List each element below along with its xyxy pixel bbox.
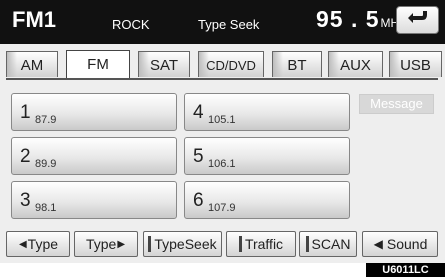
preset-button-1[interactable]: 1 87.9 xyxy=(11,93,177,131)
left-triangle-icon: ◀ xyxy=(18,238,27,250)
preset-button-2[interactable]: 2 89.9 xyxy=(11,137,177,175)
preset-frequency: 98.1 xyxy=(35,202,57,214)
preset-button-5[interactable]: 5 106.1 xyxy=(184,137,350,175)
seek-mode-label: Type Seek xyxy=(198,17,260,32)
preset-number: 2 xyxy=(20,146,31,167)
tab-aux[interactable]: AUX xyxy=(328,51,383,77)
type-seek-button[interactable]: TypeSeek xyxy=(143,231,222,257)
traffic-label: Traffic xyxy=(244,236,284,252)
type-previous-label: Type xyxy=(27,236,59,252)
preset-number: 6 xyxy=(193,190,204,211)
preset-frequency: 105.1 xyxy=(208,114,236,126)
preset-frequency: 87.9 xyxy=(35,114,57,126)
tab-usb[interactable]: USB xyxy=(389,51,442,77)
preset-number: 3 xyxy=(20,190,31,211)
sound-button[interactable]: ◀ Sound xyxy=(362,231,438,257)
indicator-bar-icon xyxy=(148,236,152,252)
return-arrow-icon xyxy=(408,11,427,23)
preset-button-4[interactable]: 4 105.1 xyxy=(184,93,350,131)
type-next-button[interactable]: Type ▶ xyxy=(74,231,138,257)
indicator-bar-icon xyxy=(238,236,242,252)
tab-label: CD/DVD xyxy=(206,58,256,73)
tab-label: BT xyxy=(287,57,307,74)
sound-label: Sound xyxy=(386,236,428,252)
preset-number: 5 xyxy=(193,146,204,167)
tab-fm[interactable]: FM xyxy=(66,50,130,78)
source-tabs: AM FM SAT CD/DVD BT AUX USB xyxy=(6,50,442,79)
type-seek-label: TypeSeek xyxy=(154,236,217,252)
tab-bt[interactable]: BT xyxy=(272,51,322,77)
figure-code: U6011LC xyxy=(366,263,445,277)
type-previous-button[interactable]: ◀ Type xyxy=(6,231,70,257)
genre-label: ROCK xyxy=(112,17,150,32)
preset-number: 1 xyxy=(20,102,31,123)
tab-label: AM xyxy=(20,57,44,74)
tab-sat[interactable]: SAT xyxy=(138,51,190,77)
preset-frequency: 106.1 xyxy=(208,158,236,170)
message-button[interactable]: Message xyxy=(359,94,434,114)
preset-frequency: 107.9 xyxy=(208,202,236,214)
preset-frequency: 89.9 xyxy=(35,158,57,170)
back-button[interactable] xyxy=(396,6,439,34)
message-label: Message xyxy=(370,96,423,111)
header-bar: FM1 ROCK Type Seek 95 . 5MHz xyxy=(0,0,445,44)
tab-label: USB xyxy=(400,57,431,74)
frequency-display: 95 . 5MHz xyxy=(316,6,405,33)
type-next-label: Type xyxy=(85,236,117,252)
radio-screen: FM1 ROCK Type Seek 95 . 5MHz AM FM SAT C… xyxy=(0,0,445,263)
preset-button-3[interactable]: 3 98.1 xyxy=(11,181,177,219)
frequency-value: 95 . 5 xyxy=(316,6,380,32)
tab-am[interactable]: AM xyxy=(6,51,58,77)
preset-number: 4 xyxy=(193,102,204,123)
right-triangle-icon: ▶ xyxy=(117,238,126,250)
preset-button-6[interactable]: 6 107.9 xyxy=(184,181,350,219)
scan-button[interactable]: SCAN xyxy=(299,231,357,257)
tab-label: SAT xyxy=(149,57,179,74)
indicator-bar-icon xyxy=(305,236,309,252)
band-label: FM1 xyxy=(12,7,56,32)
traffic-button[interactable]: Traffic xyxy=(226,231,296,257)
scan-label: SCAN xyxy=(311,236,351,252)
tabs-divider xyxy=(6,78,438,80)
tab-label: FM xyxy=(87,56,109,73)
tab-cd-dvd[interactable]: CD/DVD xyxy=(198,51,264,77)
tab-label: AUX xyxy=(340,57,371,74)
speaker-icon: ◀ xyxy=(373,237,383,251)
